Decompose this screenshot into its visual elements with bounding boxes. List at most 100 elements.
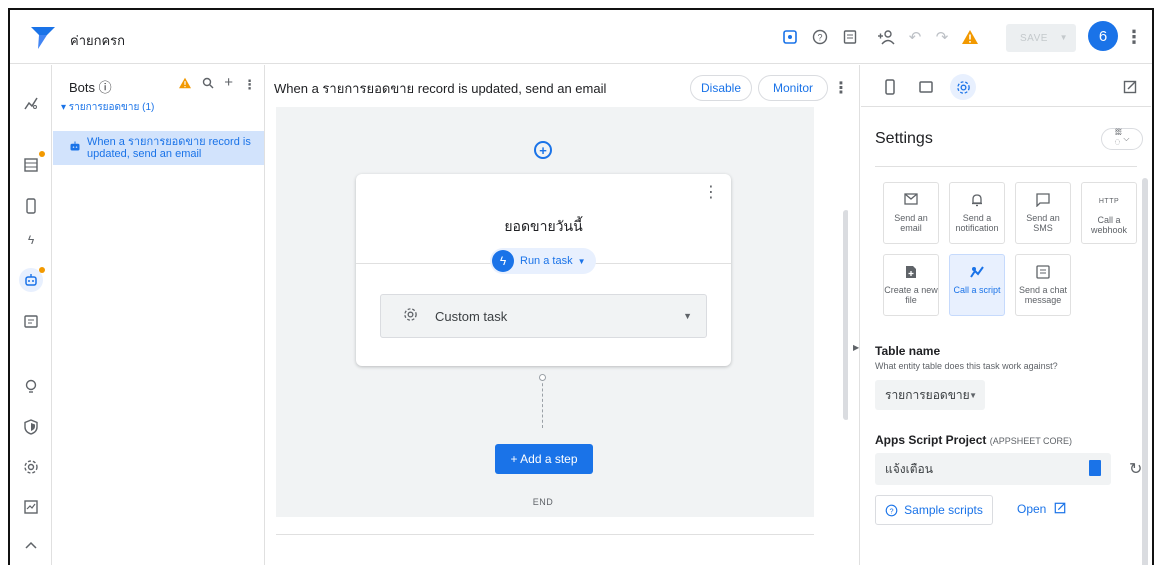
svg-text:?: ? <box>817 33 822 43</box>
action-call-script[interactable]: Call a script <box>949 254 1005 316</box>
action-label: Call a webhook <box>1090 215 1128 235</box>
help-icon[interactable]: ? <box>808 25 832 49</box>
custom-task-select[interactable]: Custom task ▼ <box>380 294 707 338</box>
file-icon[interactable] <box>1089 460 1101 476</box>
svg-text:?: ? <box>890 506 894 515</box>
action-label: Send a chat message <box>1018 285 1068 305</box>
top-bar: ค่ายกครก ? ↶ ↷ SAVE ▼ 6 ⋮ <box>10 10 1152 64</box>
save-button[interactable]: SAVE ▼ <box>1006 24 1076 52</box>
more-vert-icon[interactable]: ⋮ <box>703 182 719 202</box>
gear-icon <box>403 307 423 326</box>
help-icon: ? <box>885 504 898 516</box>
monitor-button[interactable]: Monitor <box>758 75 828 101</box>
chevron-down-icon: ▼ <box>577 256 586 266</box>
project-label-text: Apps Script Project <box>875 433 987 447</box>
action-create-file[interactable]: Create a new file <box>883 254 939 316</box>
add-step-button[interactable]: + Add a step <box>495 444 593 474</box>
phone-view-icon[interactable] <box>877 74 903 100</box>
disable-button[interactable]: Disable <box>690 75 752 101</box>
end-label: END <box>532 497 554 507</box>
undo-icon[interactable]: ↶ <box>903 25 927 49</box>
more-vert-icon[interactable]: ⋮ <box>833 78 849 98</box>
run-task-chip[interactable]: ϟ Run a task ▼ <box>490 248 596 274</box>
expand-arrow-icon[interactable]: ▶ <box>853 343 859 352</box>
settings-scrollbar[interactable] <box>1142 178 1148 565</box>
phone-icon[interactable] <box>19 194 43 218</box>
app-name[interactable]: ค่ายกครก <box>70 30 125 51</box>
add-bot-icon[interactable]: + <box>224 75 233 93</box>
action-label: Send an SMS <box>1026 213 1060 233</box>
run-task-label: Run a task <box>520 255 573 267</box>
action-label: Send an email <box>894 213 928 233</box>
left-rail: ϟ <box>10 65 52 565</box>
event-title: ยอดขายวันนี้ <box>504 218 583 234</box>
bulb-icon[interactable] <box>19 375 43 399</box>
language-icon: ᢆ <box>1114 137 1121 148</box>
settings-title: Settings <box>875 130 933 147</box>
bell-icon <box>950 193 1004 209</box>
language-selector[interactable]: ᢆ ⌵ <box>1101 128 1143 150</box>
http-icon: HTTP <box>1098 198 1120 205</box>
chart-icon[interactable] <box>19 91 43 115</box>
action-send-email[interactable]: Send an email <box>883 182 939 244</box>
sample-scripts-button[interactable]: ? Sample scripts <box>875 495 993 525</box>
settings-tabs <box>861 65 1151 107</box>
file-icon <box>884 265 938 281</box>
redo-icon[interactable]: ↷ <box>930 25 954 49</box>
panel-splitter[interactable] <box>848 65 860 565</box>
preview-icon[interactable] <box>778 25 802 49</box>
tree-group-label[interactable]: ▾ รายการยอดขาย (1) <box>61 100 154 115</box>
settings-tab-icon[interactable] <box>950 74 976 100</box>
more-vert-icon[interactable]: ⋮ <box>243 77 256 93</box>
project-label: Apps Script Project (APPSHEET CORE) <box>875 433 1072 447</box>
message-icon <box>1016 193 1070 209</box>
security-icon[interactable] <box>19 415 43 439</box>
settings-divider <box>875 166 1137 167</box>
bots-toolbar: + ⋮ <box>178 75 256 93</box>
more-vert-icon[interactable]: ⋮ <box>1122 25 1146 49</box>
action-label: Create a new file <box>884 285 938 305</box>
chevron-up-icon[interactable] <box>19 533 43 557</box>
bot-item-label: When a รายการยอดขาย record is updated, s… <box>87 136 251 160</box>
bot-alert-dot <box>39 267 45 273</box>
monitor-icon[interactable] <box>19 495 43 519</box>
mail-icon <box>884 193 938 209</box>
chevron-down-icon[interactable]: ▼ <box>1060 33 1068 42</box>
canvas-header: When a รายการยอดขาย record is updated, s… <box>266 65 849 107</box>
docs-icon[interactable] <box>838 25 862 49</box>
bots-header: Bots ⓘ <box>69 80 112 95</box>
add-event-icon[interactable]: + <box>534 141 552 159</box>
bolt-icon[interactable]: ϟ <box>19 228 43 252</box>
table-name-label: Table name <box>875 344 941 358</box>
share-icon[interactable] <box>874 25 898 49</box>
action-send-notification[interactable]: Send a notification <box>949 182 1005 244</box>
open-external-icon[interactable] <box>1117 74 1143 100</box>
canvas-bottom-rule <box>276 534 814 535</box>
project-field[interactable]: แจ้งเตือน <box>875 453 1111 485</box>
settings-body: Settings ᢆ ⌵ Send an email Send a notifi… <box>861 108 1151 565</box>
warning-icon[interactable] <box>178 77 192 93</box>
action-send-chat[interactable]: Send a chat message <box>1015 254 1071 316</box>
warning-icon[interactable] <box>958 25 982 49</box>
event-card[interactable]: ⋮ ยอดขายวันนี้ ϟ Run a task ▼ Custom tas… <box>356 174 731 366</box>
list-item[interactable]: When a รายการยอดขาย record is updated, s… <box>53 131 264 165</box>
bots-panel: Bots ⓘ + ⋮ ▾ รายการยอดขาย (1) When a ราย… <box>53 65 265 565</box>
bolt-icon: ϟ <box>492 250 514 272</box>
table-alert-dot <box>39 151 45 157</box>
step-connector <box>542 378 543 428</box>
search-icon[interactable] <box>202 77 214 93</box>
avatar[interactable]: 6 <box>1088 21 1118 51</box>
chat-icon[interactable] <box>19 310 43 334</box>
open-link[interactable]: Open <box>1017 502 1066 516</box>
app-window: ค่ายกครก ? ↶ ↷ SAVE ▼ 6 ⋮ ϟ Bots ⓘ + ⋮ ▾… <box>8 8 1154 565</box>
refresh-icon[interactable]: ↻ <box>1129 459 1142 479</box>
project-value: แจ้งเตือน <box>885 461 933 476</box>
sample-scripts-label: Sample scripts <box>904 503 983 517</box>
appsheet-logo[interactable] <box>30 24 56 50</box>
action-call-webhook[interactable]: HTTP Call a webhook <box>1081 182 1137 244</box>
settings-icon[interactable] <box>19 455 43 479</box>
table-icon[interactable] <box>19 153 43 177</box>
tablet-view-icon[interactable] <box>913 74 939 100</box>
table-name-select[interactable]: รายการยอดขาย ▼ <box>875 380 985 410</box>
action-send-sms[interactable]: Send an SMS <box>1015 182 1071 244</box>
